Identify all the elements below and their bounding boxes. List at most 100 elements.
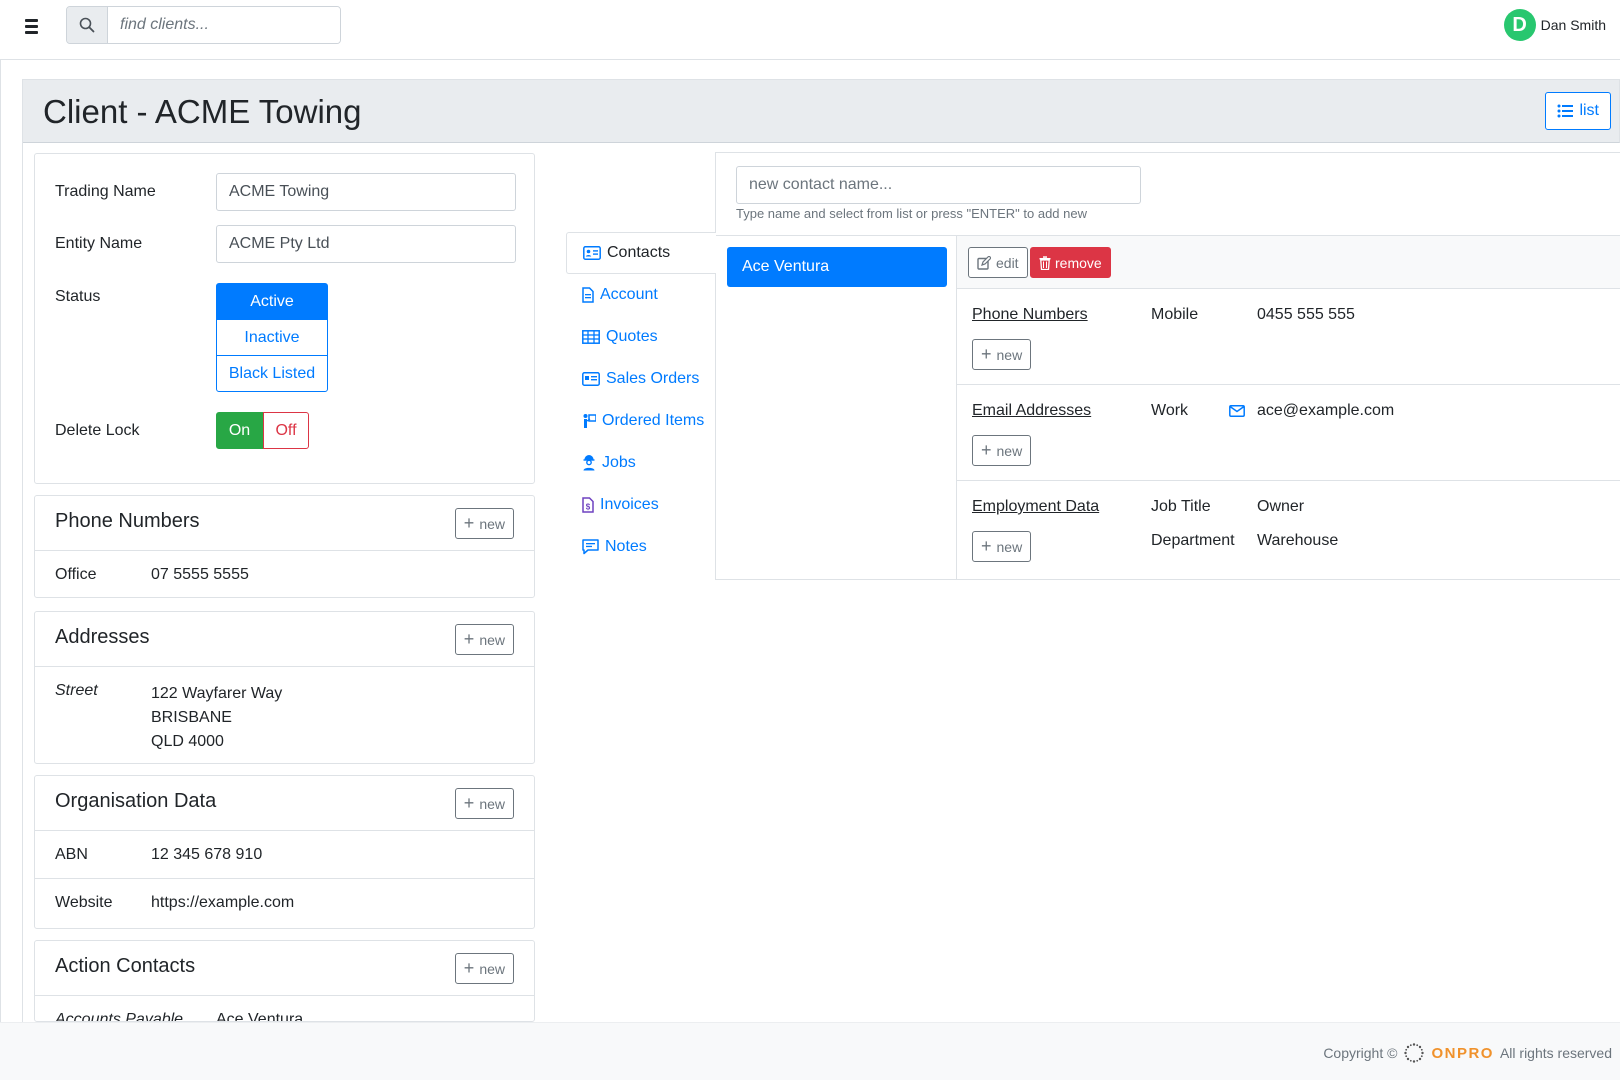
list-icon bbox=[1557, 104, 1574, 118]
content-area: Trading Name ACME Towing Entity Name ACM… bbox=[22, 142, 1620, 1022]
new-label: new bbox=[996, 442, 1023, 459]
contact-card-icon bbox=[583, 246, 601, 260]
new-phone-button[interactable]: + new bbox=[454, 508, 514, 539]
contact-list-item[interactable]: Ace Ventura bbox=[727, 247, 947, 287]
card-header: Phone Numbers + new bbox=[35, 496, 534, 551]
contact-employment-section: Employment Data + new Job Title Owner Dep… bbox=[957, 481, 1620, 579]
list-button[interactable]: list bbox=[1545, 92, 1611, 130]
user-name: Dan Smith bbox=[1540, 17, 1606, 33]
phone-numbers-title: Phone Numbers bbox=[55, 510, 200, 532]
organisation-data-card: Organisation Data + new ABN 12 345 678 91… bbox=[34, 775, 535, 929]
delete-lock-label: Delete Lock bbox=[55, 422, 140, 439]
abn-value: 12 345 678 910 bbox=[151, 846, 263, 863]
new-label: new bbox=[996, 538, 1023, 555]
contact-email-value: ace@example.com bbox=[1257, 402, 1395, 419]
order-card-icon bbox=[582, 372, 600, 386]
contact-list: Ace Ventura bbox=[716, 236, 957, 579]
plus-icon: + bbox=[981, 439, 992, 460]
new-contact-email-button[interactable]: + new bbox=[972, 435, 1032, 466]
job-title-label: Job Title bbox=[1151, 498, 1211, 515]
new-contact-phone-button[interactable]: + new bbox=[972, 339, 1032, 370]
status-selector: Active Inactive Black Listed bbox=[216, 283, 328, 392]
entity-name-input[interactable]: ACME Pty Ltd bbox=[216, 225, 516, 263]
new-action-contact-button[interactable]: + new bbox=[454, 953, 514, 984]
envelope-icon[interactable] bbox=[1229, 405, 1245, 417]
status-label: Status bbox=[55, 288, 101, 305]
department-value: Warehouse bbox=[1257, 532, 1339, 549]
plus-icon: + bbox=[463, 628, 475, 649]
status-option-active[interactable]: Active bbox=[216, 283, 328, 320]
new-address-button[interactable]: + new bbox=[454, 624, 514, 655]
phone-value: 07 5555 5555 bbox=[151, 566, 249, 583]
remove-label: remove bbox=[1055, 254, 1102, 271]
job-title-value: Owner bbox=[1257, 498, 1305, 515]
user-menu[interactable]: D Dan Smith bbox=[1503, 9, 1606, 41]
card-header: Addresses + new bbox=[35, 612, 534, 667]
tab-jobs[interactable]: Jobs bbox=[566, 442, 716, 484]
tab-invoices[interactable]: $ Invoices bbox=[566, 484, 716, 526]
contact-toolbar: edit remove bbox=[957, 236, 1620, 289]
tab-contacts[interactable]: Contacts bbox=[566, 232, 716, 274]
address-line-1: 122 Wayfarer Way bbox=[151, 685, 283, 702]
trading-name-label: Trading Name bbox=[55, 183, 156, 200]
add-contact-area: Type name and select from list or press … bbox=[716, 153, 1620, 236]
trading-name-input[interactable]: ACME Towing bbox=[216, 173, 516, 211]
tab-label: Notes bbox=[605, 538, 647, 555]
plus-icon: + bbox=[463, 792, 475, 813]
contact-email-section: Email Addresses + new Work ace@example.co… bbox=[957, 385, 1620, 481]
search-input[interactable] bbox=[108, 7, 340, 43]
person-board-icon bbox=[583, 414, 596, 428]
new-label: new bbox=[479, 631, 505, 648]
website-value: https://example.com bbox=[151, 894, 295, 911]
phone-label: Office bbox=[55, 566, 97, 583]
delete-lock-on-button[interactable]: On bbox=[216, 412, 263, 449]
website-row: Website https://example.com bbox=[35, 879, 534, 927]
tab-ordered-items[interactable]: Ordered Items bbox=[566, 400, 716, 442]
status-option-inactive[interactable]: Inactive bbox=[216, 319, 328, 356]
entity-name-label: Entity Name bbox=[55, 235, 143, 252]
new-contact-help-text: Type name and select from list or press … bbox=[736, 206, 1087, 221]
tab-notes[interactable]: Notes bbox=[566, 526, 716, 568]
new-label: new bbox=[479, 960, 505, 977]
new-organisation-data-button[interactable]: + new bbox=[454, 788, 514, 819]
website-label: Website bbox=[55, 894, 113, 911]
top-navbar: D Dan Smith bbox=[0, 0, 1620, 60]
tab-label: Invoices bbox=[600, 496, 659, 513]
hamburger-menu-icon[interactable] bbox=[22, 16, 44, 38]
new-contact-input[interactable] bbox=[736, 166, 1141, 204]
department-label: Department bbox=[1151, 532, 1235, 549]
addresses-title: Addresses bbox=[55, 626, 150, 648]
contact-phone-value: 0455 555 555 bbox=[1257, 306, 1355, 323]
tab-quotes[interactable]: Quotes bbox=[566, 316, 716, 358]
edit-icon bbox=[977, 255, 991, 270]
client-tabs-nav: Contacts Account Quotes Sales Orders Ord… bbox=[566, 232, 716, 568]
tab-account[interactable]: Account bbox=[566, 274, 716, 316]
plus-icon: + bbox=[981, 343, 992, 364]
invoice-file-icon: $ bbox=[582, 497, 594, 513]
edit-contact-button[interactable]: edit bbox=[968, 247, 1028, 278]
plus-icon: + bbox=[463, 957, 475, 978]
delete-lock-toggle: On Off bbox=[216, 412, 309, 449]
remove-contact-button[interactable]: remove bbox=[1030, 247, 1111, 278]
contact-phone-section: Phone Numbers + new Mobile 0455 555 555 bbox=[957, 289, 1620, 385]
contact-employment-title: Employment Data bbox=[972, 498, 1100, 515]
client-search bbox=[66, 6, 341, 44]
action-contact-row: Accounts Payable Ace Ventura bbox=[35, 996, 534, 1021]
trash-icon bbox=[1039, 255, 1051, 270]
worker-icon bbox=[583, 455, 595, 471]
search-icon[interactable] bbox=[67, 7, 108, 43]
tab-label: Account bbox=[600, 286, 658, 303]
svg-text:$: $ bbox=[586, 503, 591, 512]
footer: Copyright © ONPRO All rights reserved bbox=[0, 1022, 1620, 1080]
tab-label: Sales Orders bbox=[606, 370, 700, 387]
page-header: Client - ACME Towing list bbox=[22, 79, 1620, 143]
rights-text: All rights reserved bbox=[1499, 1045, 1612, 1061]
new-employment-data-button[interactable]: + new bbox=[972, 531, 1032, 562]
new-label: new bbox=[479, 795, 505, 812]
delete-lock-off-button[interactable]: Off bbox=[263, 412, 309, 449]
tab-sales-orders[interactable]: Sales Orders bbox=[566, 358, 716, 400]
tab-label: Ordered Items bbox=[602, 412, 705, 429]
status-option-black-listed[interactable]: Black Listed bbox=[216, 355, 328, 392]
plus-icon: + bbox=[981, 535, 992, 556]
footer-content: Copyright © ONPRO All rights reserved bbox=[1323, 1042, 1612, 1064]
